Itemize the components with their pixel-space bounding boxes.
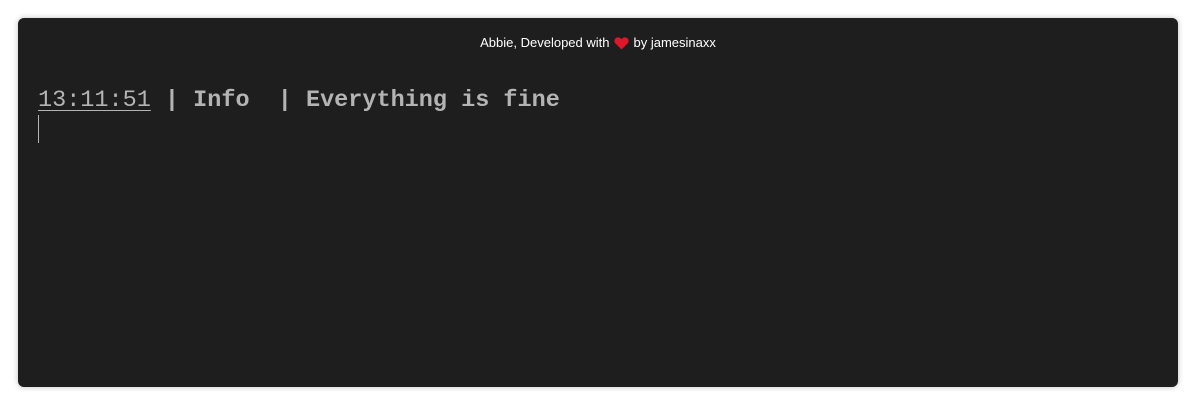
heart-icon	[614, 37, 630, 53]
input-cursor[interactable]	[38, 115, 39, 143]
developer-credit: Abbie, Developed with by jamesinaxx	[18, 35, 1178, 53]
credit-suffix: by jamesinaxx	[633, 35, 716, 50]
log-separator: |	[150, 87, 194, 114]
credit-prefix: Abbie, Developed with	[480, 35, 610, 50]
log-separator: |	[263, 87, 306, 114]
terminal-panel: Abbie, Developed with by jamesinaxx 13:11…	[18, 18, 1178, 387]
log-level: Info	[193, 87, 264, 114]
log-entry: 13:11:51 | Info | Everything is fine	[38, 86, 560, 116]
log-timestamp[interactable]: 13:11:51	[38, 87, 151, 114]
log-message: Everything is fine	[305, 87, 560, 114]
